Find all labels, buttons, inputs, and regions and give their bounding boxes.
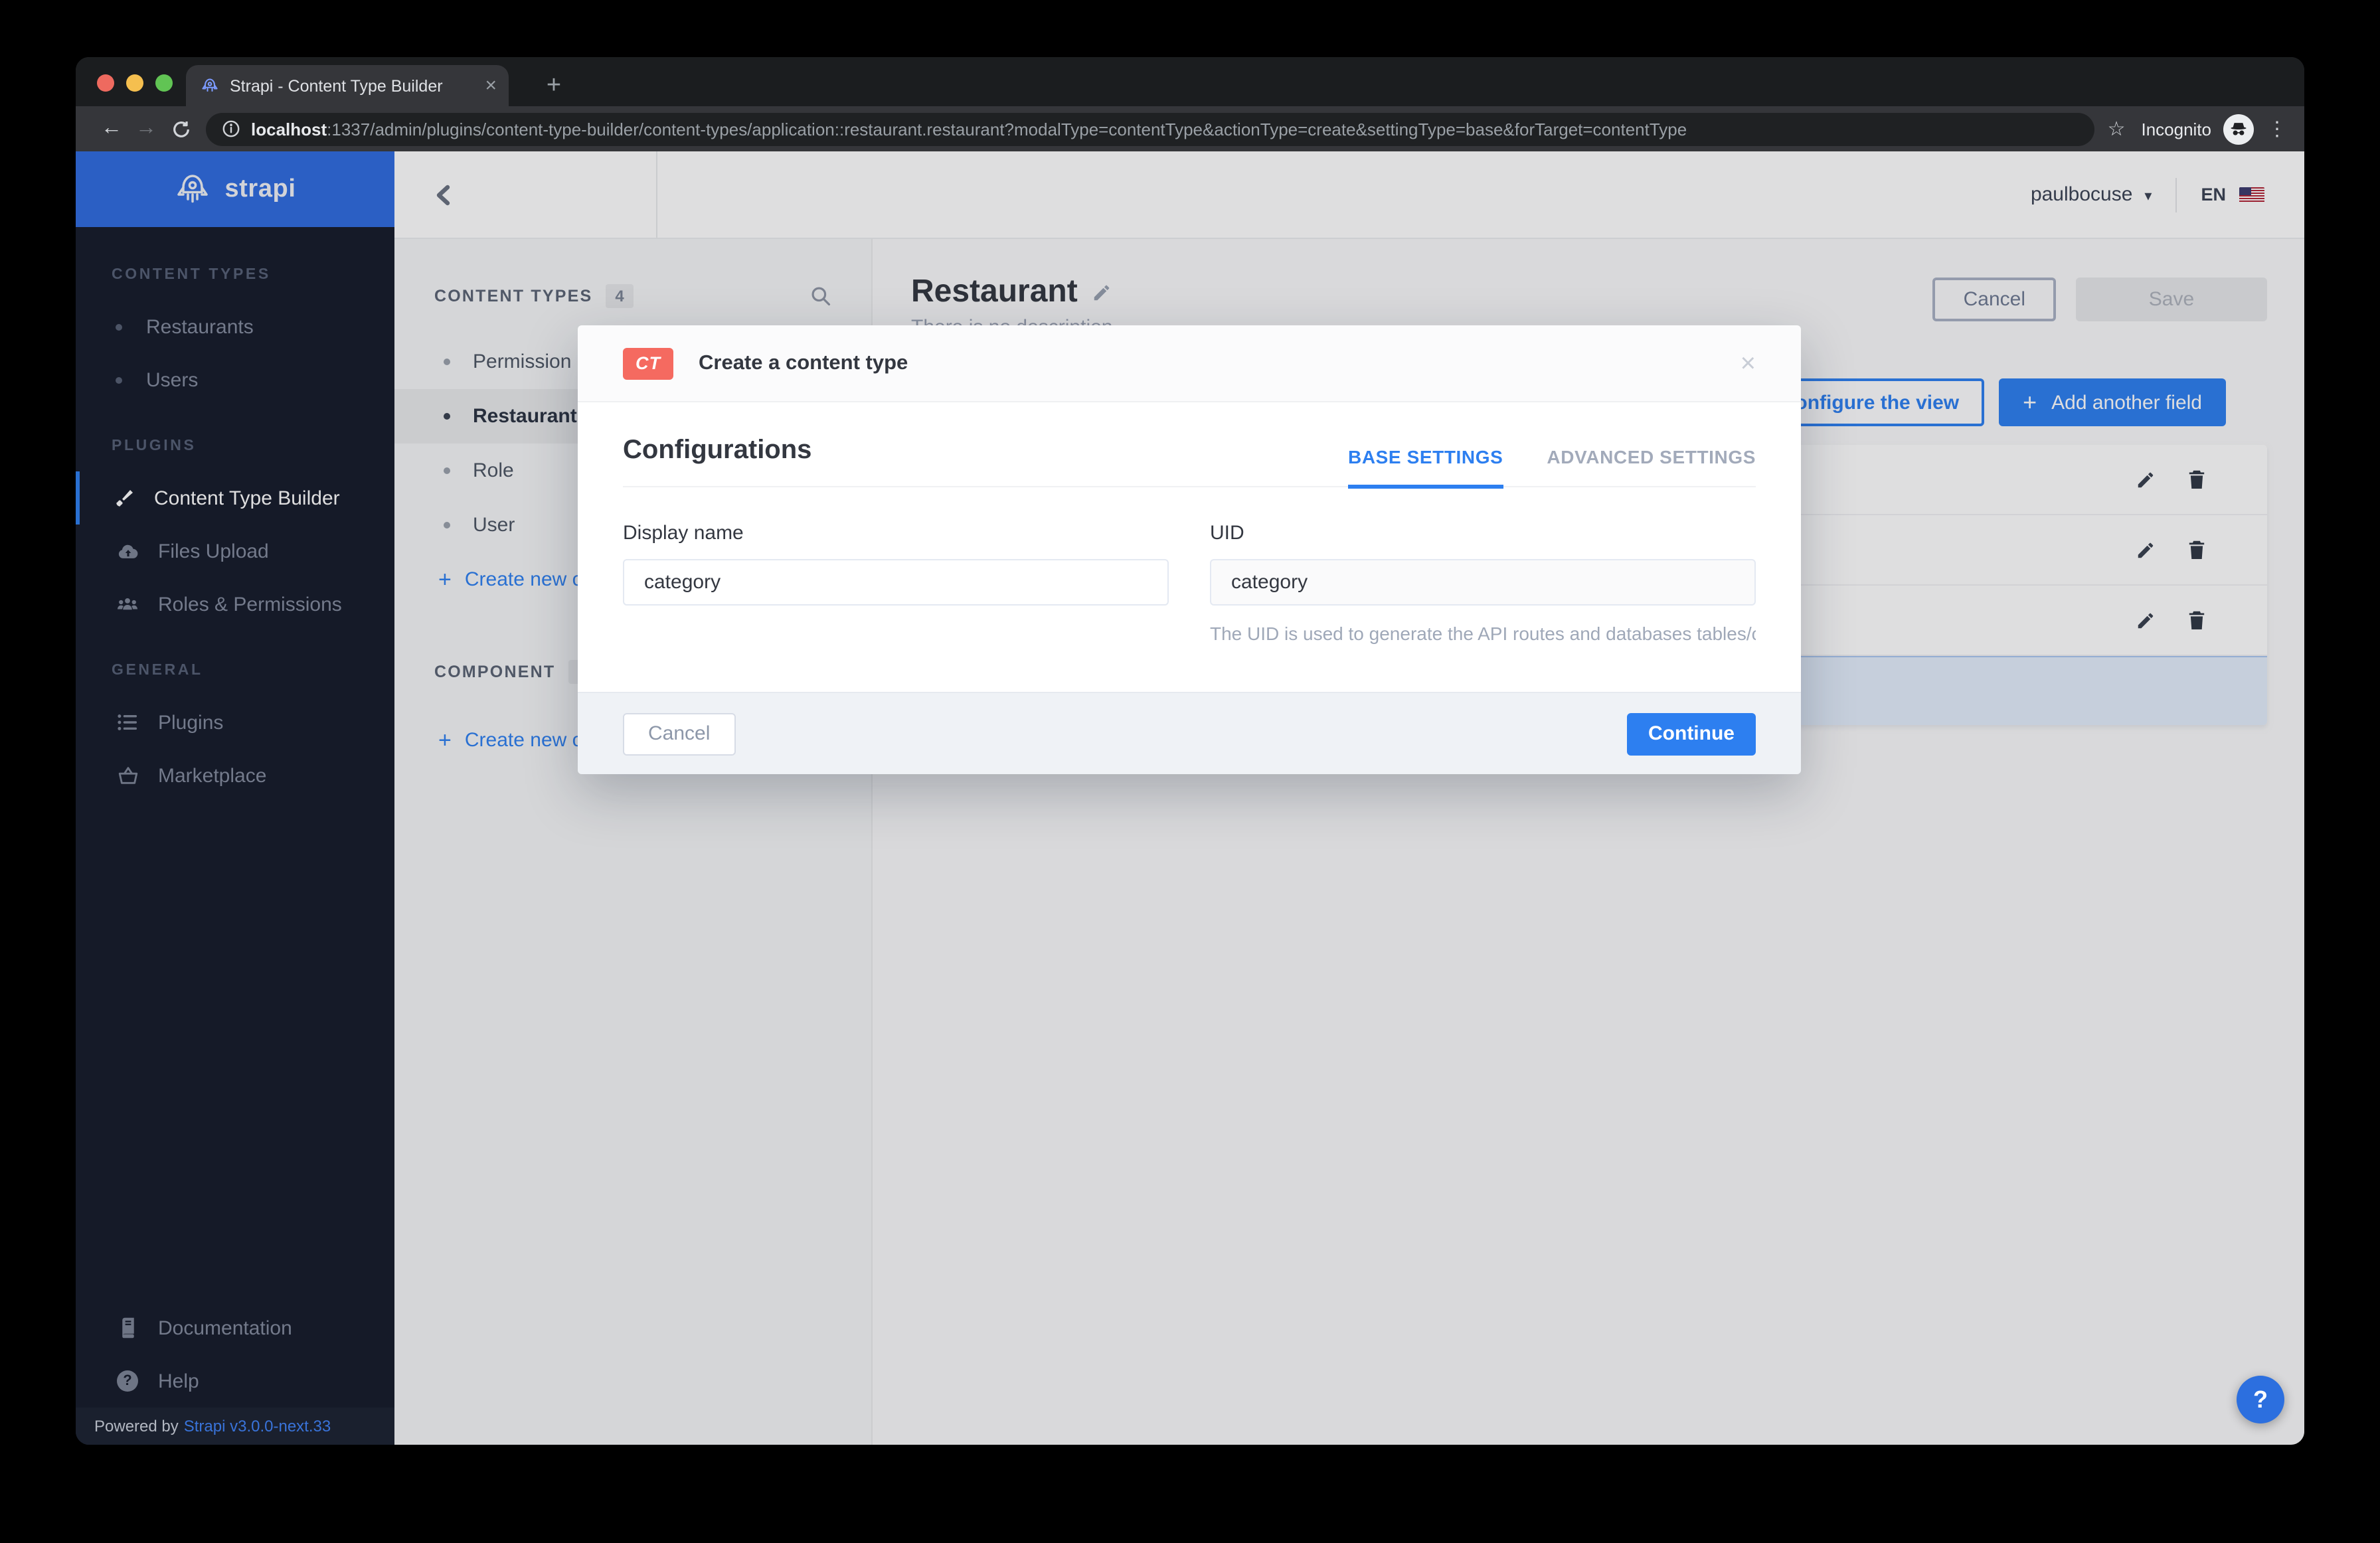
url-bar[interactable]: localhost:1337/admin/plugins/content-typ… (206, 112, 2094, 145)
display-name-label: Display name (623, 522, 744, 544)
forward-icon[interactable]: → (129, 117, 163, 141)
url-text: localhost:1337/admin/plugins/content-typ… (251, 119, 1687, 139)
help-fab-button[interactable]: ? (2237, 1376, 2284, 1423)
screen: Strapi - Content Type Builder × + ← → lo (0, 0, 2380, 1543)
modal-title: Create a content type (699, 351, 908, 374)
zoom-window-button[interactable] (155, 74, 173, 92)
url-host: localhost (251, 119, 327, 139)
display-name-field: Display name (623, 522, 1169, 644)
tab-favicon-rocket-icon (201, 76, 219, 95)
tab-title: Strapi - Content Type Builder (230, 76, 443, 95)
content-type-badge: CT (623, 347, 673, 379)
back-icon[interactable]: ← (94, 117, 129, 141)
modal-header: CT Create a content type × (578, 325, 1801, 402)
continue-button[interactable]: Continue (1627, 712, 1756, 755)
uid-input[interactable] (1210, 559, 1756, 606)
modal-cancel-button[interactable]: Cancel (623, 712, 736, 755)
new-tab-button[interactable]: + (538, 72, 570, 101)
url-path: :1337/admin/plugins/content-type-builder… (327, 119, 1687, 139)
site-info-icon[interactable] (222, 120, 240, 138)
uid-field: UID The UID is used to generate the API … (1210, 522, 1756, 644)
browser-window: Strapi - Content Type Builder × + ← → lo (76, 57, 2304, 1445)
create-content-type-modal: CT Create a content type × Configuration… (578, 325, 1801, 774)
uid-label: UID (1210, 522, 1244, 544)
close-icon[interactable]: × (1741, 350, 1756, 376)
display-name-input[interactable] (623, 559, 1169, 606)
bookmark-star-icon[interactable]: ☆ (2108, 117, 2126, 141)
window-controls (97, 74, 173, 92)
modal-heading: Configurations (623, 436, 812, 465)
tab-advanced-settings[interactable]: ADVANCED SETTINGS (1547, 446, 1756, 489)
modal-tabs: BASE SETTINGS ADVANCED SETTINGS (1348, 446, 1756, 489)
incognito-icon (2223, 114, 2254, 144)
browser-menu-icon[interactable]: ⋮ (2267, 117, 2287, 141)
modal-footer: Cancel Continue (578, 692, 1801, 774)
modal-body: Configurations BASE SETTINGS ADVANCED SE… (578, 402, 1801, 692)
browser-tab[interactable]: Strapi - Content Type Builder × (186, 65, 509, 106)
reload-icon[interactable] (163, 119, 198, 139)
incognito-label: Incognito (2141, 119, 2211, 139)
tab-base-settings[interactable]: BASE SETTINGS (1348, 446, 1503, 489)
browser-toolbar: ← → localhost:1337/admin/plugins/content… (76, 106, 2304, 151)
uid-help-text: The UID is used to generate the API rout… (1210, 623, 1756, 644)
tab-strip: Strapi - Content Type Builder × + (76, 57, 2304, 106)
close-window-button[interactable] (97, 74, 114, 92)
minimize-window-button[interactable] (126, 74, 143, 92)
tab-close-icon[interactable]: × (485, 76, 497, 96)
